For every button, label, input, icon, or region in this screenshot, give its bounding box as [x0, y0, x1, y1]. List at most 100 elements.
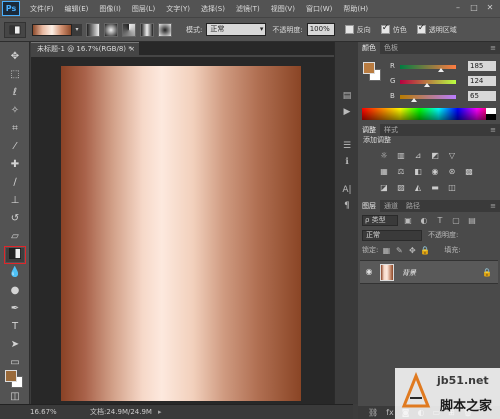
menu-window[interactable]: 窗口(W)	[306, 4, 332, 14]
current-tool-preset[interactable]	[4, 21, 26, 38]
slider-b[interactable]: B 65	[390, 91, 498, 102]
marquee-tool-icon[interactable]: ⬚	[6, 68, 24, 82]
menu-file[interactable]: 文件(F)	[30, 4, 54, 14]
document-close-icon[interactable]: ×	[129, 43, 135, 55]
blur-tool-icon[interactable]: 💧	[6, 266, 24, 280]
history-panel-icon[interactable]: ▤	[340, 90, 354, 102]
tab-paths[interactable]: 路径	[402, 200, 424, 212]
menu-select[interactable]: 选择(S)	[201, 4, 225, 14]
gradient-map-icon[interactable]: ▬	[429, 182, 441, 193]
properties-panel-icon[interactable]: ☰	[340, 140, 354, 152]
color-lookup-icon[interactable]: ▩	[463, 166, 475, 177]
pen-tool-icon[interactable]: ✒	[6, 302, 24, 316]
quick-mask-icon[interactable]: ◫	[6, 390, 24, 404]
slider-g[interactable]: G 124	[390, 76, 498, 87]
hue-saturation-icon[interactable]: ▦	[378, 166, 390, 177]
close-button[interactable]: ✕	[483, 2, 497, 14]
mode-select[interactable]: 正常	[206, 23, 267, 36]
lasso-tool-icon[interactable]: ℓ	[6, 86, 24, 100]
reverse-checkbox[interactable]	[344, 25, 354, 34]
posterize-icon[interactable]: ▨	[395, 182, 407, 193]
filter-smart-object-icon[interactable]: ▤	[466, 215, 478, 226]
slider-b-thumb[interactable]	[411, 98, 418, 102]
channel-g-value[interactable]: 124	[468, 76, 496, 86]
lock-image-icon[interactable]: ✎	[394, 246, 404, 255]
gradient-tool-button[interactable]	[4, 246, 26, 264]
minimize-button[interactable]: –	[451, 2, 465, 14]
gradient-picker-dropdown[interactable]: ▾	[72, 23, 82, 36]
adjustments-panel-menu-icon[interactable]: ≡	[490, 124, 496, 136]
zoom-level[interactable]: 16.67%	[30, 408, 60, 416]
maximize-button[interactable]: □	[467, 2, 481, 14]
history-brush-tool-icon[interactable]: ↺	[6, 212, 24, 226]
menu-type[interactable]: 文字(Y)	[166, 4, 190, 14]
healing-brush-tool-icon[interactable]: ✚	[6, 158, 24, 172]
filter-pixel-icon[interactable]: ▣	[402, 215, 414, 226]
color-spectrum[interactable]	[362, 108, 496, 120]
tab-channels[interactable]: 通道	[380, 200, 402, 212]
linear-gradient-button[interactable]	[86, 22, 100, 37]
type-tool-icon[interactable]: T	[6, 320, 24, 334]
filter-shape-icon[interactable]: ▢	[450, 215, 462, 226]
blend-mode-select[interactable]: 正常	[362, 229, 422, 241]
menu-image[interactable]: 图像(I)	[99, 4, 121, 14]
canvas[interactable]	[61, 66, 301, 401]
menu-help[interactable]: 帮助(H)	[343, 4, 368, 14]
levels-icon[interactable]: ▥	[395, 150, 407, 161]
menu-view[interactable]: 视图(V)	[271, 4, 295, 14]
spectrum-black-white[interactable]	[486, 108, 496, 120]
slider-r-track[interactable]	[400, 65, 456, 69]
gradient-preview[interactable]	[32, 23, 72, 36]
tab-layers[interactable]: 图层	[358, 200, 380, 212]
invert-icon[interactable]: ◪	[378, 182, 390, 193]
exposure-icon[interactable]: ◩	[429, 150, 441, 161]
rectangle-tool-icon[interactable]: ▭	[6, 356, 24, 370]
menu-edit[interactable]: 编辑(E)	[65, 4, 89, 14]
transparency-checkbox[interactable]	[416, 23, 426, 34]
document-tab[interactable]: 未标题-1 @ 16.7%(RGB/8) * ×	[31, 42, 139, 55]
status-arrow-icon[interactable]: ▸	[158, 408, 162, 416]
layer-row[interactable]: ◉ 背景 🔒	[360, 260, 498, 284]
channel-b-value[interactable]: 65	[468, 91, 496, 101]
layer-name[interactable]: 背景	[402, 268, 416, 278]
channel-r-value[interactable]: 185	[468, 61, 496, 71]
foreground-color-swatch[interactable]	[5, 370, 17, 382]
opacity-input[interactable]: 100%	[306, 23, 335, 36]
brush-tool-icon[interactable]: ∕	[6, 176, 24, 190]
menu-layer[interactable]: 图层(L)	[132, 4, 155, 14]
slider-r[interactable]: R 185	[390, 61, 498, 72]
angle-gradient-button[interactable]	[122, 22, 136, 37]
color-panel-fg-swatch[interactable]	[363, 62, 375, 74]
menu-filter[interactable]: 滤镜(T)	[236, 4, 260, 14]
photo-filter-icon[interactable]: ◉	[429, 166, 441, 177]
lock-transparent-icon[interactable]: ▦	[381, 246, 391, 255]
crop-tool-icon[interactable]: ⌗	[6, 122, 24, 136]
filter-adjustment-icon[interactable]: ◐	[418, 215, 430, 226]
black-white-icon[interactable]: ◧	[412, 166, 424, 177]
lock-all-icon[interactable]: 🔒	[420, 246, 430, 255]
magic-wand-tool-icon[interactable]: ✧	[6, 104, 24, 118]
layer-style-icon[interactable]: fx	[386, 408, 394, 417]
slider-g-thumb[interactable]	[424, 83, 431, 87]
info-panel-icon[interactable]: ℹ	[340, 156, 354, 168]
selective-color-icon[interactable]: ◫	[446, 182, 458, 193]
diamond-gradient-button[interactable]	[158, 22, 172, 37]
brightness-contrast-icon[interactable]: ☼	[378, 150, 390, 161]
filter-type-icon[interactable]: T	[434, 215, 446, 226]
layer-filter-select[interactable]: ρ 类型	[362, 214, 398, 226]
color-balance-icon[interactable]: ⚖	[395, 166, 407, 177]
channel-mixer-icon[interactable]: ⊛	[446, 166, 458, 177]
color-panel-menu-icon[interactable]: ≡	[490, 42, 496, 54]
dither-checkbox[interactable]	[380, 23, 390, 34]
reflected-gradient-button[interactable]	[140, 22, 154, 37]
slider-b-track[interactable]	[400, 95, 456, 99]
character-panel-icon[interactable]: A|	[340, 184, 354, 196]
visibility-eye-icon[interactable]: ◉	[364, 267, 374, 277]
curves-icon[interactable]: ⊿	[412, 150, 424, 161]
clone-stamp-tool-icon[interactable]: ⊥	[6, 194, 24, 208]
tab-color[interactable]: 颜色	[358, 42, 380, 54]
link-layers-icon[interactable]: ⛓	[368, 408, 378, 417]
layers-panel-menu-icon[interactable]: ≡	[490, 200, 496, 212]
slider-r-thumb[interactable]	[437, 68, 444, 72]
move-tool-icon[interactable]: ✥	[6, 50, 24, 64]
